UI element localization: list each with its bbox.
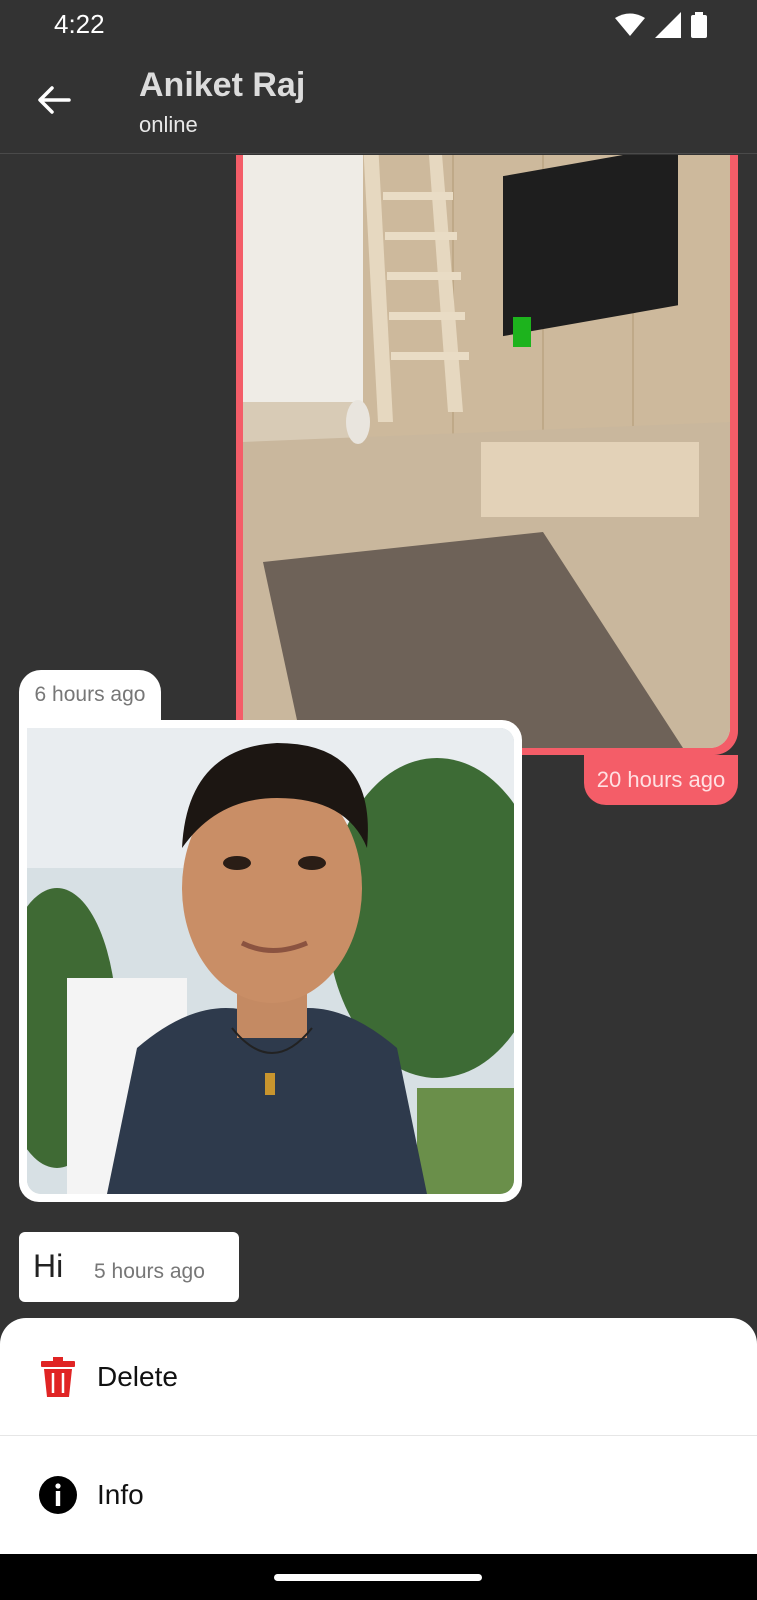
- message-text: Hi: [33, 1248, 64, 1284]
- wifi-icon: [615, 13, 645, 36]
- signal-icon: [655, 12, 681, 38]
- status-time: 4:22: [54, 9, 105, 39]
- message-options-sheet: Delete Info: [0, 1318, 757, 1554]
- trash-icon: [38, 1356, 78, 1397]
- home-gesture-handle[interactable]: [274, 1574, 482, 1581]
- message-timestamp: 20 hours ago: [584, 755, 738, 805]
- info-option[interactable]: Info: [0, 1436, 757, 1553]
- delete-option[interactable]: Delete: [0, 1318, 757, 1435]
- message-list[interactable]: 20 hours ago 6 hours ago Hi 5 hours ago: [0, 155, 757, 1320]
- status-bar: 4:22: [0, 0, 757, 50]
- info-icon: [38, 1475, 78, 1515]
- system-nav-bar: [0, 1554, 757, 1600]
- info-label: Info: [97, 1478, 144, 1510]
- outgoing-image-message[interactable]: [236, 155, 738, 755]
- contact-name[interactable]: Aniket Raj: [139, 66, 305, 105]
- delete-label: Delete: [97, 1360, 178, 1392]
- chat-header: Aniket Raj online: [0, 50, 757, 154]
- young-man-portrait-photo[interactable]: [27, 728, 514, 1194]
- incoming-image-message[interactable]: [19, 720, 522, 1202]
- arrow-left-icon: [38, 86, 71, 114]
- message-timestamp: 5 hours ago: [94, 1260, 205, 1283]
- incoming-text-message[interactable]: Hi 5 hours ago: [19, 1232, 239, 1302]
- battery-icon: [691, 12, 707, 38]
- status-icons: [615, 12, 707, 38]
- living-room-tv-photo[interactable]: [243, 155, 730, 748]
- back-button[interactable]: [30, 74, 78, 126]
- contact-status: online: [139, 112, 198, 137]
- message-timestamp: 6 hours ago: [19, 670, 161, 720]
